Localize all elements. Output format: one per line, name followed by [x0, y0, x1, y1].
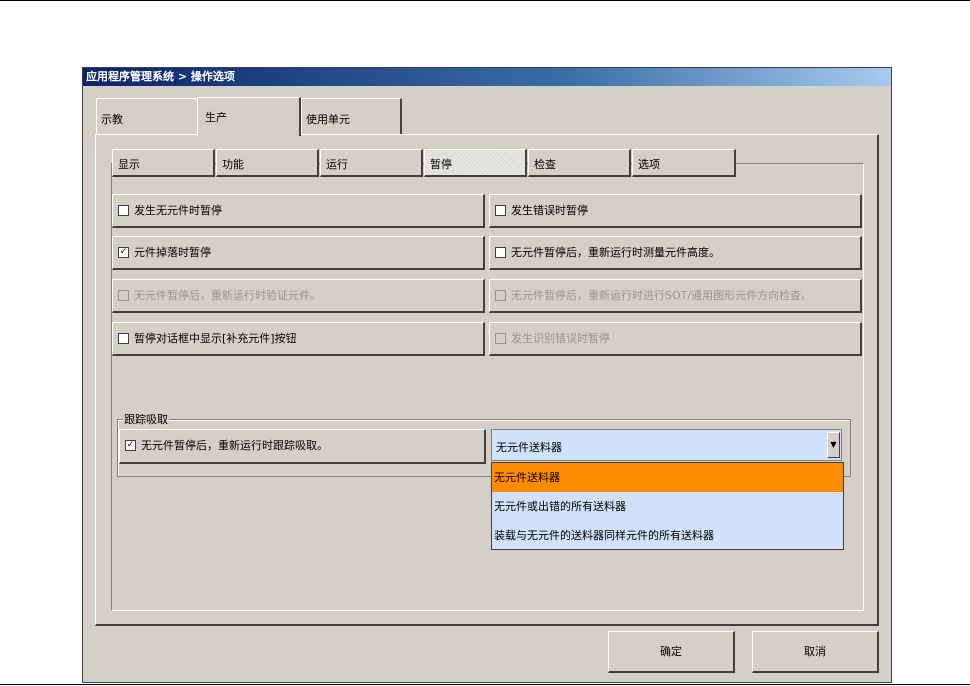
tracking-pickup-group-title: 跟踪吸取: [123, 411, 169, 427]
feeder-option-same-component[interactable]: 装载与无元件的送料器同样元件的所有送料器: [492, 521, 843, 550]
verify-component-checkbox: 无元件暂停后，重新运行时验证元件。: [112, 279, 485, 313]
feeder-option-no-component[interactable]: 无元件送料器: [492, 463, 843, 492]
sot-direction-check-checkbox: 无元件暂停后，重新运行时进行SOT/通用图形元件方向检查。: [489, 279, 862, 313]
window-title: 应用程序管理系统 > 操作选项: [83, 68, 891, 86]
checkbox-unchecked-icon: [495, 204, 506, 216]
checkbox-unchecked-icon: [495, 246, 506, 258]
pause-on-error-label: 发生错误时暂停: [511, 204, 588, 217]
sot-direction-check-label: 无元件暂停后，重新运行时进行SOT/通用图形元件方向检查。: [511, 289, 813, 302]
subtab-display[interactable]: 显示: [112, 149, 215, 177]
chevron-down-icon: ▼: [830, 440, 837, 449]
pause-no-component-checkbox[interactable]: 发生无元件时暂停: [112, 194, 485, 228]
measure-height-label: 无元件暂停后，重新运行时测量元件高度。: [511, 246, 720, 259]
checkbox-disabled-icon: [495, 289, 506, 301]
tracking-pickup-label: 无元件暂停后，重新运行时跟踪吸取。: [141, 439, 328, 452]
pause-on-error-checkbox[interactable]: 发生错误时暂停: [489, 194, 862, 228]
feeder-option-no-component-or-error[interactable]: 无元件或出错的所有送料器: [492, 492, 843, 521]
checkbox-disabled-icon: [495, 332, 506, 344]
feeder-scope-select[interactable]: 无元件送料器 ▼: [491, 429, 842, 461]
tracking-pickup-checkbox[interactable]: ✓ 无元件暂停后，重新运行时跟踪吸取。: [119, 429, 486, 464]
subtab-pause[interactable]: 暂停: [424, 149, 527, 177]
bottom-rule: [0, 684, 970, 685]
checkbox-unchecked-icon: [118, 332, 129, 344]
dropdown-button[interactable]: ▼: [827, 432, 840, 458]
pause-component-drop-checkbox[interactable]: ✓ 元件掉落时暂停: [112, 236, 485, 270]
feeder-scope-selected-value: 无元件送料器: [496, 441, 562, 454]
checkbox-checked-icon: ✓: [118, 246, 129, 258]
cancel-button[interactable]: 取消: [752, 631, 879, 673]
pause-no-component-label: 发生无元件时暂停: [134, 204, 222, 217]
measure-height-checkbox[interactable]: 无元件暂停后，重新运行时测量元件高度。: [489, 236, 862, 270]
subtab-options[interactable]: 选项: [632, 149, 736, 177]
verify-component-label: 无元件暂停后，重新运行时验证元件。: [134, 289, 321, 302]
tab-production[interactable]: 生产: [197, 97, 301, 136]
pause-recognition-error-checkbox: 发生识别错误时暂停: [489, 322, 862, 356]
tab-teach[interactable]: 示教: [96, 98, 199, 135]
feeder-scope-options-list: 无元件送料器 无元件或出错的所有送料器 装载与无元件的送料器同样元件的所有送料器: [491, 462, 844, 550]
ok-button[interactable]: 确定: [608, 631, 735, 673]
pause-component-drop-label: 元件掉落时暂停: [134, 246, 211, 259]
subtab-check[interactable]: 检查: [528, 149, 631, 177]
operation-options-dialog: 应用程序管理系统 > 操作选项 示教 生产 使用单元 显示 功能 运行 暂停 检…: [82, 67, 892, 683]
pause-recognition-error-label: 发生识别错误时暂停: [511, 332, 610, 345]
show-replenish-button-label: 暂停对话框中显示[补充元件]按钮: [134, 332, 297, 345]
top-rule: [0, 0, 970, 1]
checkbox-disabled-icon: [118, 289, 129, 301]
subtab-run[interactable]: 运行: [320, 149, 423, 177]
subtab-function[interactable]: 功能: [216, 149, 319, 177]
show-replenish-button-checkbox[interactable]: 暂停对话框中显示[补充元件]按钮: [112, 322, 485, 356]
checkbox-unchecked-icon: [118, 204, 129, 216]
checkbox-checked-icon: ✓: [125, 439, 136, 451]
tab-use-unit[interactable]: 使用单元: [301, 98, 402, 135]
